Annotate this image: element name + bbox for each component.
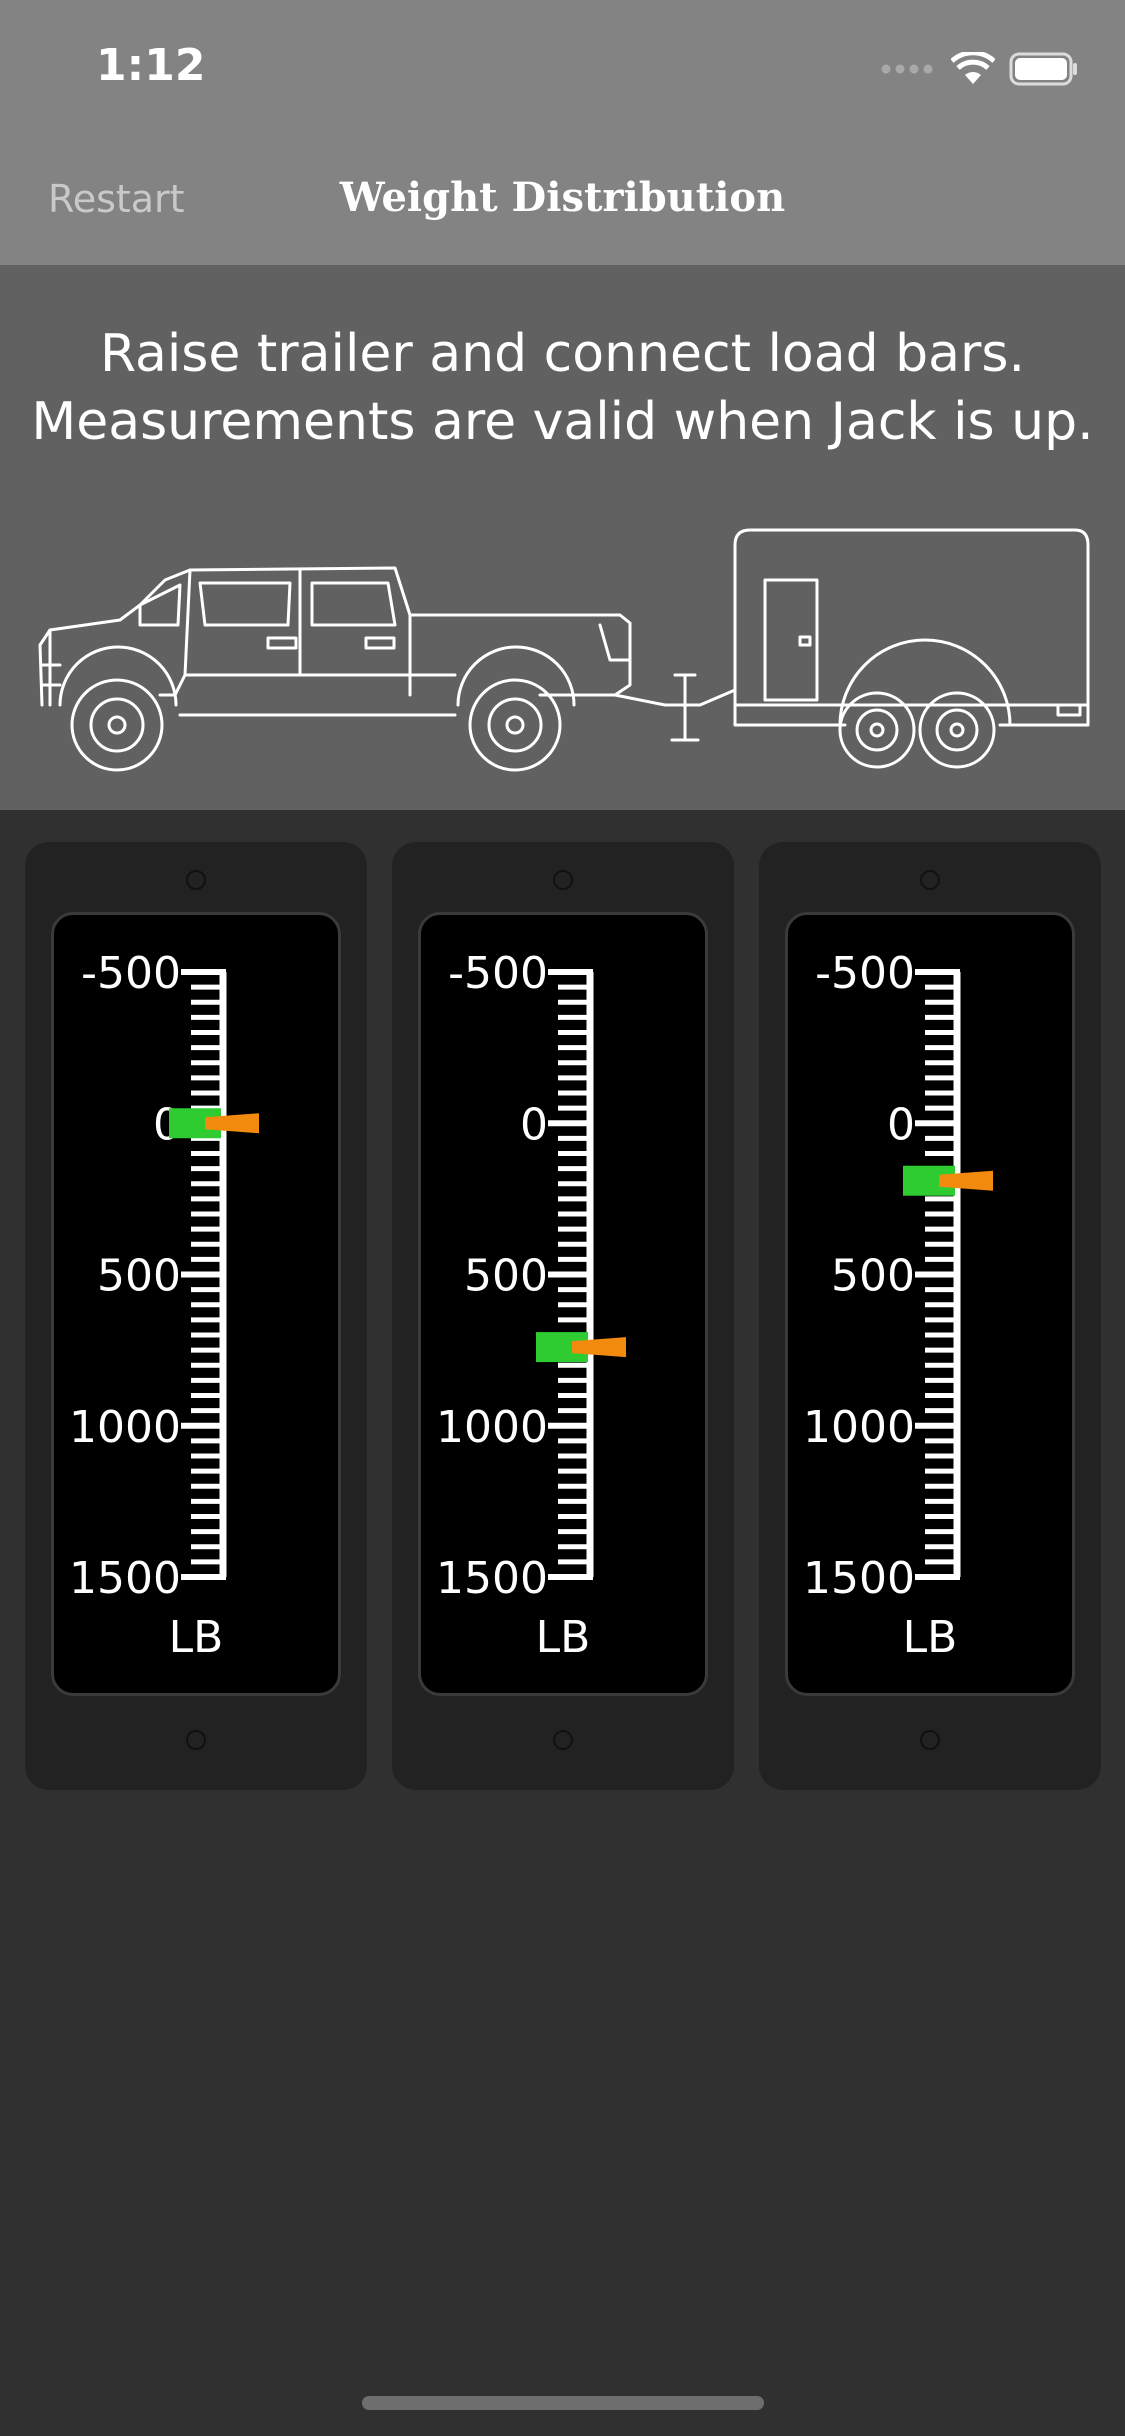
page-title: Weight Distribution xyxy=(339,174,786,221)
tick-label: -500 xyxy=(448,948,548,999)
load-gauges: -500 0 500 1000 1500 LB -500 0 500 1000 … xyxy=(0,842,1125,1792)
navigation-header: 1:12 Restart Weight Distribution xyxy=(0,0,1125,265)
tick-label: 1500 xyxy=(803,1553,915,1604)
tick-label: 1500 xyxy=(436,1553,548,1604)
status-time: 1:12 xyxy=(96,40,206,91)
status-icons xyxy=(881,52,1079,86)
gauge-panel-right: -500 0 500 1000 1500 LB xyxy=(759,842,1101,1790)
tick-label: 1500 xyxy=(69,1553,181,1604)
gauge-panel-middle: -500 0 500 1000 1500 LB xyxy=(392,842,734,1790)
screw-icon xyxy=(186,1730,206,1750)
tick-label: 1000 xyxy=(69,1402,181,1453)
gauge-scale: -500 0 500 1000 1500 xyxy=(69,948,259,1604)
wifi-icon xyxy=(951,52,995,84)
screw-icon xyxy=(553,1730,573,1750)
tick-label: 0 xyxy=(887,1099,915,1150)
instruction-banner: Raise trailer and connect load bars. Mea… xyxy=(0,265,1125,810)
tick-label: 0 xyxy=(520,1099,548,1150)
gauge-scale: -500 0 500 1000 1500 xyxy=(436,948,626,1604)
tick-label: 500 xyxy=(97,1251,181,1302)
gauge-panel-left: -500 0 500 1000 1500 LB xyxy=(25,842,367,1790)
home-indicator[interactable] xyxy=(362,2396,764,2410)
truck-trailer-illustration xyxy=(38,528,1090,772)
battery-icon xyxy=(1009,52,1077,86)
unit-label: LB xyxy=(535,1612,591,1663)
unit-label: LB xyxy=(902,1612,958,1663)
tick-label: 1000 xyxy=(436,1402,548,1453)
tick-label: 500 xyxy=(831,1251,915,1302)
tick-label: 500 xyxy=(464,1251,548,1302)
screw-icon xyxy=(920,1730,940,1750)
unit-label: LB xyxy=(168,1612,224,1663)
tick-label: -500 xyxy=(81,948,181,999)
gauge-scale: -500 0 500 1000 1500 xyxy=(803,948,993,1604)
tick-label: -500 xyxy=(815,948,915,999)
cellular-signal-icon xyxy=(881,64,933,74)
tick-label: 1000 xyxy=(803,1402,915,1453)
